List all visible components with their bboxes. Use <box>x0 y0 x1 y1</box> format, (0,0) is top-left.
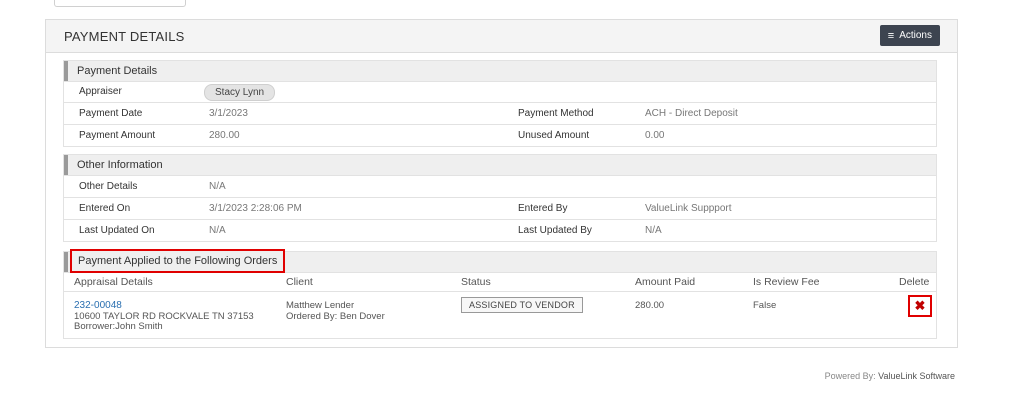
other-details-row: Other Details N/A <box>63 176 937 198</box>
col-appraisal-details: Appraisal Details <box>74 276 153 288</box>
appraiser-row: Appraiser Stacy Lynn <box>63 82 937 103</box>
payment-date-row: Payment Date 3/1/2023 Payment Method ACH… <box>63 103 937 125</box>
footer: Powered By: ValueLink Software <box>825 371 955 381</box>
last-updated-on-label: Last Updated On <box>79 225 155 236</box>
col-status: Status <box>461 276 491 288</box>
payment-amount-value: 280.00 <box>209 130 240 141</box>
status-badge: ASSIGNED TO VENDOR <box>461 297 583 313</box>
unused-amount-value: 0.00 <box>645 130 665 141</box>
actions-label: Actions <box>899 30 932 41</box>
other-details-value: N/A <box>209 181 226 192</box>
other-details-label: Other Details <box>79 181 138 192</box>
last-updated-row: Last Updated On N/A Last Updated By N/A <box>63 220 937 242</box>
order-id-link[interactable]: 232-00048 <box>74 300 122 311</box>
footer-brand: ValueLink Software <box>878 371 955 381</box>
payment-amount-label: Payment Amount <box>79 130 156 141</box>
payment-details-section: Payment Details Appraiser Stacy Lynn Pay… <box>63 60 937 147</box>
orders-column-headers: Appraisal Details Client Status Amount P… <box>63 273 937 292</box>
section-heading: Payment Details <box>63 60 937 82</box>
menu-icon: ≡ <box>887 29 895 42</box>
panel-header: PAYMENT DETAILS ≡ Actions <box>46 20 957 53</box>
entered-on-row: Entered On 3/1/2023 2:28:06 PM Entered B… <box>63 198 937 220</box>
top-tab[interactable] <box>54 0 186 7</box>
last-updated-on-value: N/A <box>209 225 226 236</box>
other-information-section: Other Information Other Details N/A Ente… <box>63 154 937 242</box>
col-is-review-fee: Is Review Fee <box>753 276 820 288</box>
section-heading-label: Payment Details <box>77 65 158 77</box>
footer-prefix: Powered By: <box>824 371 876 381</box>
order-is-review-fee: False <box>753 300 777 311</box>
col-amount-paid: Amount Paid <box>635 276 696 288</box>
unused-amount-label: Unused Amount <box>518 130 590 141</box>
appraiser-pill: Stacy Lynn <box>204 84 276 101</box>
payment-date-value: 3/1/2023 <box>209 108 248 119</box>
payment-method-value: ACH - Direct Deposit <box>645 108 738 119</box>
close-x-icon: ✖ <box>914 298 926 313</box>
order-client: Matthew Lender <box>286 300 355 311</box>
delete-button[interactable]: ✖ <box>908 295 932 317</box>
payment-date-label: Payment Date <box>79 108 143 119</box>
order-borrower: Borrower:John Smith <box>74 321 163 332</box>
col-delete: Delete <box>899 276 930 288</box>
actions-button[interactable]: ≡ Actions <box>879 25 940 46</box>
section-heading-label: Other Information <box>77 159 163 171</box>
appraiser-label: Appraiser <box>79 86 122 97</box>
orders-heading-label: Payment Applied to the Following Orders <box>70 249 286 273</box>
payment-method-label: Payment Method <box>518 108 594 119</box>
order-amount-paid: 280.00 <box>635 300 665 311</box>
table-row: 232-00048 10600 TAYLOR RD ROCKVALE TN 37… <box>63 292 937 339</box>
payment-amount-row: Payment Amount 280.00 Unused Amount 0.00 <box>63 125 937 147</box>
orders-section: Payment Applied to the Following Orders … <box>63 249 937 339</box>
last-updated-by-value: N/A <box>645 225 662 236</box>
col-client: Client <box>286 276 313 288</box>
entered-by-value: ValueLink Suppport <box>645 203 732 214</box>
panel-title: PAYMENT DETAILS <box>64 29 185 44</box>
entered-on-value: 3/1/2023 2:28:06 PM <box>209 203 302 214</box>
orders-heading: Payment Applied to the Following Orders <box>63 249 937 273</box>
entered-on-label: Entered On <box>79 203 131 214</box>
entered-by-label: Entered By <box>518 203 568 214</box>
order-ordered-by: Ordered By: Ben Dover <box>286 311 385 322</box>
section-heading: Other Information <box>63 154 937 176</box>
last-updated-by-label: Last Updated By <box>518 225 592 236</box>
